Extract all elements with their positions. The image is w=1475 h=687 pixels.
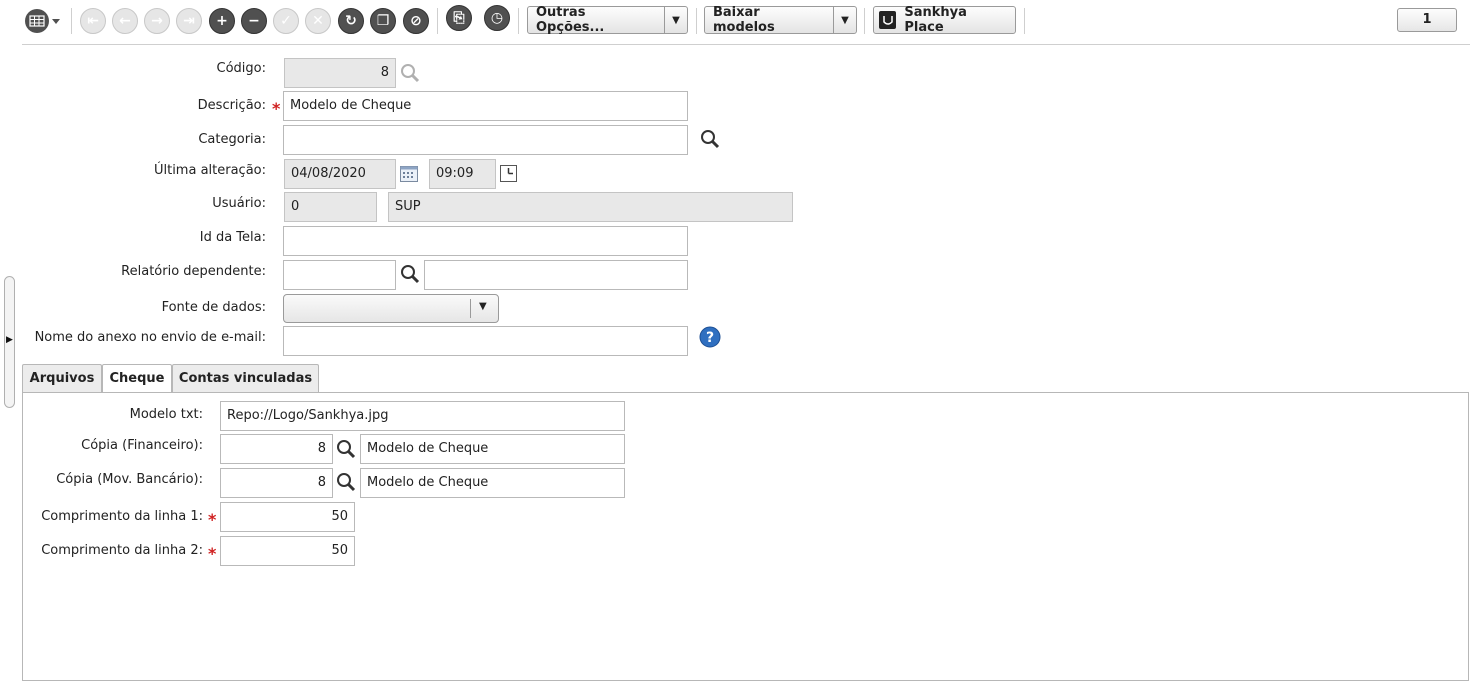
- clock-icon[interactable]: ◷: [484, 5, 510, 31]
- search-icon[interactable]: [399, 263, 421, 285]
- page-number-box[interactable]: 1: [1397, 8, 1457, 32]
- duplicate-icon[interactable]: ❐: [370, 8, 396, 34]
- codigo-label: Código:: [216, 61, 266, 76]
- grid-menu-icon[interactable]: [24, 8, 64, 34]
- clock-icon[interactable]: [500, 165, 517, 182]
- ultima-alteracao-date[interactable]: 04/08/2020: [284, 159, 396, 189]
- last-record-icon[interactable]: ⇥: [176, 8, 202, 34]
- first-record-icon[interactable]: ⇤: [80, 8, 106, 34]
- usuario-label: Usuário:: [212, 196, 266, 211]
- chevron-down-icon: ▼: [479, 301, 487, 312]
- nome-anexo-field[interactable]: [283, 326, 688, 356]
- nome-anexo-label: Nome do anexo no envio de e-mail:: [34, 330, 266, 345]
- tab-cheque[interactable]: Cheque: [102, 364, 172, 393]
- outras-opcoes-label: Outras Opções...: [536, 5, 605, 35]
- refresh-icon[interactable]: ↻: [338, 8, 364, 34]
- cancel-icon[interactable]: ✕: [305, 8, 331, 34]
- sankhya-place-label: Sankhya Place: [904, 5, 967, 35]
- copia-mov-bancario-name-field[interactable]: Modelo de Cheque: [360, 468, 625, 498]
- usuario-code-field[interactable]: 0: [284, 192, 377, 222]
- required-marker: *: [208, 510, 217, 529]
- modelo-txt-label: Modelo txt:: [129, 407, 203, 422]
- modelo-txt-field[interactable]: Repo://Logo/Sankhya.jpg: [220, 401, 625, 431]
- copia-financeiro-name-field[interactable]: Modelo de Cheque: [360, 434, 625, 464]
- comprimento-linha2-label: Comprimento da linha 2:: [41, 543, 203, 558]
- attachment-icon[interactable]: ⊘: [403, 8, 429, 34]
- search-icon[interactable]: [335, 471, 357, 493]
- outras-opcoes-button[interactable]: Outras Opções... ▼: [527, 5, 688, 35]
- id-tela-label: Id da Tela:: [199, 230, 266, 245]
- copia-financeiro-label: Cópia (Financeiro):: [81, 438, 203, 453]
- search-icon[interactable]: [335, 438, 357, 460]
- comprimento-linha2-field[interactable]: 50: [220, 536, 355, 566]
- toolbar-divider: [22, 44, 1470, 45]
- tab-contas-vinculadas[interactable]: Contas vinculadas: [172, 364, 319, 392]
- calendar-icon[interactable]: [400, 166, 418, 182]
- previous-record-icon[interactable]: ←: [112, 8, 138, 34]
- chevron-down-icon[interactable]: ▼: [833, 7, 856, 33]
- descricao-field[interactable]: Modelo de Cheque: [283, 91, 688, 121]
- descricao-label: Descrição:: [197, 98, 266, 113]
- relatorio-dependente-code-field[interactable]: [283, 260, 396, 290]
- search-icon[interactable]: [399, 62, 421, 84]
- baixar-modelos-button[interactable]: Baixar modelos ▼: [704, 5, 857, 35]
- remove-icon[interactable]: −: [241, 8, 267, 34]
- baixar-modelos-label: Baixar modelos: [713, 5, 775, 35]
- ultima-alteracao-time[interactable]: 09:09: [429, 159, 496, 189]
- next-record-icon[interactable]: →: [144, 8, 170, 34]
- copia-mov-bancario-label: Cópia (Mov. Bancário):: [56, 472, 203, 487]
- confirm-icon[interactable]: ✓: [273, 8, 299, 34]
- ultima-alteracao-label: Última alteração:: [153, 163, 266, 178]
- fonte-dados-label: Fonte de dados:: [161, 300, 266, 315]
- add-icon[interactable]: +: [209, 8, 235, 34]
- chevron-down-icon[interactable]: ▼: [664, 7, 687, 33]
- id-tela-field[interactable]: [283, 226, 688, 256]
- help-icon[interactable]: ?: [699, 326, 721, 348]
- comprimento-linha1-label: Comprimento da linha 1:: [41, 509, 203, 524]
- categoria-label: Categoria:: [198, 132, 266, 147]
- categoria-field[interactable]: [283, 125, 688, 155]
- required-marker: *: [272, 99, 281, 118]
- cheque-tab-panel: Modelo txt: Repo://Logo/Sankhya.jpg Cópi…: [22, 392, 1469, 681]
- shopping-bag-icon: [879, 11, 897, 29]
- codigo-field[interactable]: 8: [284, 58, 396, 88]
- copia-financeiro-code-field[interactable]: 8: [220, 434, 333, 464]
- required-marker: *: [208, 544, 217, 563]
- page-number: 1: [1422, 12, 1432, 27]
- relatorio-dependente-name-field[interactable]: [424, 260, 688, 290]
- fonte-dados-select[interactable]: ▼: [283, 294, 499, 323]
- usuario-name-field[interactable]: SUP: [388, 192, 793, 222]
- comprimento-linha1-field[interactable]: 50: [220, 502, 355, 532]
- tab-arquivos[interactable]: Arquivos: [22, 364, 102, 392]
- search-icon[interactable]: [699, 128, 721, 150]
- copy-icon[interactable]: ⎘: [446, 5, 472, 31]
- svg-text:?: ?: [706, 330, 714, 346]
- relatorio-dependente-label: Relatório dependente:: [121, 264, 266, 279]
- sankhya-place-button[interactable]: Sankhya Place: [873, 5, 1016, 35]
- copia-mov-bancario-code-field[interactable]: 8: [220, 468, 333, 498]
